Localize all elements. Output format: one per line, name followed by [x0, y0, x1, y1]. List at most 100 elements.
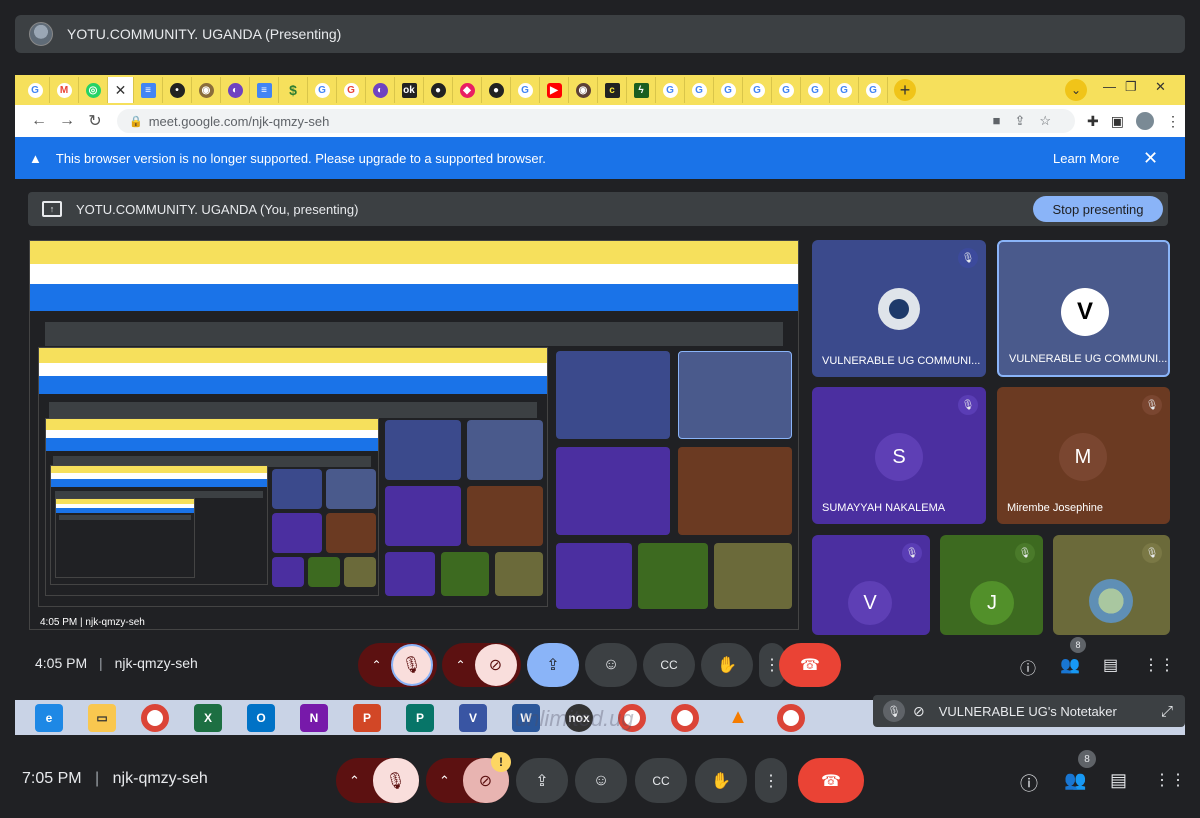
tab[interactable]: G — [714, 77, 743, 103]
excel-icon[interactable]: X — [194, 703, 222, 732]
chat-icon[interactable]: ▤ — [1103, 655, 1118, 675]
raise-hand-button[interactable]: ✋ — [701, 643, 753, 687]
tab[interactable]: G — [743, 77, 772, 103]
close-window-icon[interactable]: ✕ — [1155, 79, 1166, 95]
internet-explorer-icon[interactable]: e — [35, 703, 63, 732]
publisher-icon[interactable]: P — [406, 703, 434, 732]
chrome-icon[interactable] — [141, 703, 169, 732]
activities-icon[interactable]: ⋮⋮ — [1154, 770, 1186, 790]
participant-tile[interactable]: 🎙 J — [940, 535, 1043, 635]
emoji-button[interactable]: ☺ — [585, 643, 637, 687]
new-tab-button[interactable]: + — [894, 79, 916, 101]
tab-active[interactable]: ✕ — [108, 77, 134, 103]
raise-hand-button[interactable]: ✋ — [695, 758, 747, 803]
present-button[interactable]: ⇪ — [527, 643, 579, 687]
end-call-button[interactable]: ☎ — [779, 643, 841, 687]
tab[interactable]: ◐ — [366, 77, 395, 103]
mic-off-icon: 🎙 — [902, 543, 922, 563]
chat-icon[interactable]: ▤ — [1110, 770, 1127, 791]
dollar-icon: $ — [289, 82, 297, 98]
participant-tile[interactable]: 🎙 S SUMAYYAH NAKALEMA — [812, 387, 986, 524]
tab[interactable]: G — [656, 77, 685, 103]
outlook-icon[interactable]: O — [247, 703, 275, 732]
tab[interactable]: G — [801, 77, 830, 103]
powerpoint-icon[interactable]: P — [353, 703, 381, 732]
tab[interactable]: G — [21, 77, 50, 103]
tab[interactable]: ≡ — [250, 77, 279, 103]
tab[interactable]: G — [830, 77, 859, 103]
tab[interactable]: M — [50, 77, 79, 103]
captions-button[interactable]: CC — [643, 643, 695, 687]
tab[interactable]: G — [308, 77, 337, 103]
tab[interactable]: ≡ — [134, 77, 163, 103]
tab-search-icon[interactable]: ⌄ — [1065, 79, 1087, 101]
chrome-icon[interactable] — [777, 703, 805, 732]
end-call-button[interactable]: ☎ — [798, 758, 864, 803]
participant-tile[interactable]: 🎙 V — [812, 535, 930, 635]
participant-tile[interactable]: 🎙 VULNERABLE UG COMMUNI... — [812, 240, 986, 377]
tab[interactable]: ◎ — [79, 77, 108, 103]
onenote-icon[interactable]: N — [300, 703, 328, 732]
tab[interactable]: • — [163, 77, 192, 103]
vlc-icon[interactable]: ▲ — [724, 704, 752, 732]
mic-off-button[interactable]: 🎙 — [372, 758, 419, 803]
meeting-info: 7:05 PM | njk-qmzy-seh — [22, 770, 208, 787]
tab[interactable]: ▶ — [540, 77, 569, 103]
stop-presenting-button[interactable]: Stop presenting — [1033, 196, 1163, 222]
participant-tile[interactable]: 🎙 M Mirembe Josephine — [997, 387, 1170, 524]
bookmark-star-icon[interactable]: ☆ — [1039, 113, 1065, 128]
more-options-button[interactable]: ⋮ — [755, 758, 787, 803]
back-icon[interactable]: ← — [25, 112, 53, 130]
chevron-up-icon[interactable]: ⌃ — [427, 773, 463, 789]
participant-tile[interactable]: 🎙 — [1053, 535, 1170, 635]
chrome-icon[interactable] — [671, 703, 699, 732]
address-bar[interactable]: 🔒 meet.google.com/njk-qmzy-seh ■⇪☆ — [117, 109, 1075, 133]
camera-icon[interactable]: ■ — [993, 113, 1015, 128]
forward-icon[interactable]: → — [53, 112, 81, 130]
tab[interactable]: G — [772, 77, 801, 103]
learn-more-link[interactable]: Learn More — [1053, 151, 1119, 166]
reload-icon[interactable]: ↻ — [81, 111, 109, 131]
profile-avatar[interactable] — [1135, 112, 1154, 130]
tab[interactable]: G — [859, 77, 888, 103]
browser-toolbar: ← → ↻ 🔒 meet.google.com/njk-qmzy-seh ■⇪☆… — [15, 105, 1185, 137]
tab[interactable]: G — [685, 77, 714, 103]
chevron-up-icon[interactable]: ⌃ — [337, 773, 373, 789]
tab[interactable]: c — [598, 77, 627, 103]
tab[interactable]: ● — [482, 77, 511, 103]
present-button[interactable]: ⇪ — [516, 758, 568, 803]
tab[interactable]: ◉ — [192, 77, 221, 103]
minimize-icon[interactable]: — — [1103, 79, 1116, 94]
close-banner-icon[interactable]: ✕ — [1143, 148, 1158, 169]
activities-icon[interactable]: ⋮⋮ — [1143, 655, 1175, 675]
emoji-button[interactable]: ☺ — [575, 758, 627, 803]
info-icon[interactable]: ⓘ — [1020, 655, 1036, 679]
tab[interactable]: ◉ — [569, 77, 598, 103]
mic-off-button[interactable]: 🎙 — [390, 644, 433, 686]
camera-off-button[interactable]: ⊘ — [474, 644, 517, 686]
menu-kebab-icon[interactable]: ⋮ — [1166, 113, 1180, 130]
share-icon[interactable]: ⇪ — [1014, 113, 1039, 128]
tab[interactable]: $ — [279, 77, 308, 103]
people-icon[interactable]: 👥 — [1064, 770, 1086, 791]
chevron-up-icon[interactable]: ⌃ — [363, 658, 391, 672]
expand-icon[interactable]: ⤢ — [1161, 703, 1173, 720]
tab[interactable]: ◆ — [453, 77, 482, 103]
file-explorer-icon[interactable]: ▭ — [88, 703, 116, 732]
participant-tile[interactable]: V VULNERABLE UG COMMUNI... — [997, 240, 1170, 377]
captions-button[interactable]: CC — [635, 758, 687, 803]
restore-icon[interactable]: ❐ — [1125, 79, 1137, 95]
info-icon[interactable]: ⓘ — [1020, 770, 1038, 796]
tab[interactable]: ϟ — [627, 77, 656, 103]
tab[interactable]: G — [337, 77, 366, 103]
people-icon[interactable]: 👥 — [1060, 655, 1080, 675]
extensions-icon[interactable]: ✚ — [1087, 113, 1099, 130]
close-icon[interactable]: ✕ — [115, 82, 127, 99]
tab[interactable]: ◐ — [221, 77, 250, 103]
chevron-up-icon[interactable]: ⌃ — [447, 658, 475, 672]
tab[interactable]: G — [511, 77, 540, 103]
tab[interactable]: ok — [395, 77, 424, 103]
tab[interactable]: ● — [424, 77, 453, 103]
sidepanel-icon[interactable]: ▣ — [1111, 113, 1124, 130]
visio-icon[interactable]: V — [459, 703, 487, 732]
